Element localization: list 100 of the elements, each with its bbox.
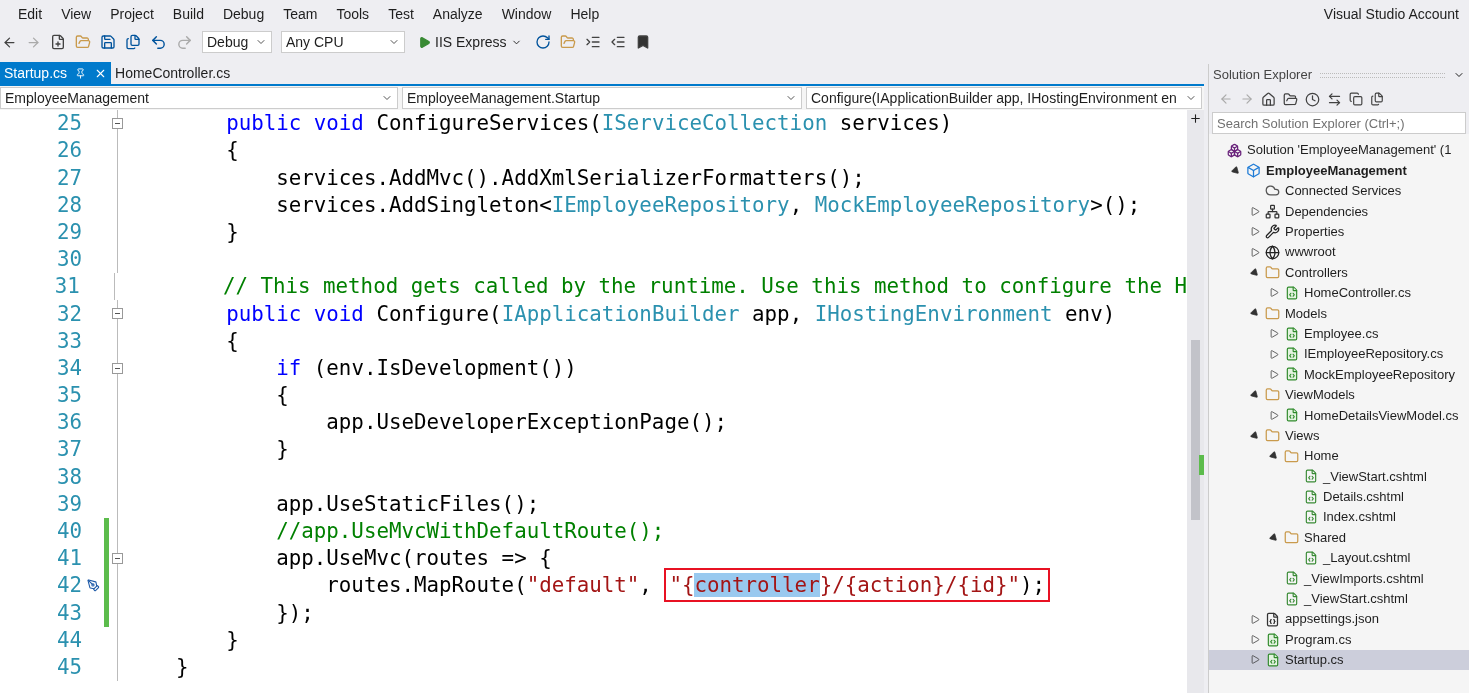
tree-item[interactable]: _ViewImports.cshtml	[1209, 568, 1469, 589]
menu-item[interactable]: Help	[570, 3, 600, 25]
code-file-icon	[1284, 367, 1299, 382]
tree-item[interactable]: _ViewStart.cshtml	[1209, 588, 1469, 609]
tree-item[interactable]: Startup.cs	[1209, 649, 1469, 671]
line-number: 34	[55, 357, 82, 379]
folder-icon	[1265, 387, 1280, 403]
collapsed-arrow-icon[interactable]	[1250, 614, 1260, 624]
refresh-icon[interactable]	[534, 34, 551, 50]
tree-item[interactable]: HomeDetailsViewModel.cs	[1209, 405, 1469, 426]
vertical-scrollbar[interactable]	[1187, 110, 1204, 693]
save-icon[interactable]	[100, 34, 116, 50]
tree-item[interactable]: Solution 'EmployeeManagement' (1	[1209, 140, 1469, 161]
collapsed-arrow-icon[interactable]	[1250, 655, 1260, 665]
collapsed-arrow-icon[interactable]	[1250, 227, 1260, 237]
code-line: services.AddSingleton<IEmployeeRepository, MockEmployeeRepository>();	[275, 194, 1141, 216]
pin-icon[interactable]	[75, 67, 87, 79]
menu-item[interactable]: Window	[501, 3, 552, 25]
line-number: 30	[55, 249, 82, 270]
collapsed-arrow-icon[interactable]	[1269, 288, 1279, 298]
expanded-arrow-icon[interactable]	[1249, 389, 1261, 401]
new-item-icon[interactable]	[50, 34, 66, 50]
tree-item[interactable]: Connected Services	[1209, 180, 1469, 202]
tree-item[interactable]: EmployeeManagement	[1209, 160, 1469, 181]
item-label: Home	[1304, 447, 1339, 466]
account-link[interactable]: Visual Studio Account	[1323, 3, 1459, 25]
expanded-arrow-icon[interactable]	[1268, 531, 1280, 544]
item-label: HomeDetailsViewModel.cs	[1304, 406, 1459, 425]
platform-dropdown[interactable]: Any CPU	[281, 31, 405, 53]
menu-item[interactable]: Build	[172, 3, 204, 25]
search-field[interactable]: Search Solution Explorer (Ctrl+;)	[1212, 112, 1466, 134]
configuration-dropdown[interactable]: Debug	[202, 31, 272, 53]
home-icon[interactable]	[1261, 91, 1276, 107]
tree-item[interactable]: wwwroot	[1209, 241, 1469, 263]
collapse-toggle[interactable]	[112, 118, 123, 130]
type-dropdown[interactable]: EmployeeManagement.Startup	[402, 87, 802, 109]
history-icon[interactable]	[1305, 91, 1320, 107]
tree-item[interactable]: Employee.cs	[1209, 323, 1469, 344]
editor-tab[interactable]: Startup.cs	[0, 62, 112, 84]
member-dropdown[interactable]: Configure(IApplicationBuilder app, IHostingEnvironment en	[806, 87, 1202, 109]
tree-item[interactable]: appsettings.json	[1209, 609, 1469, 630]
menu-item[interactable]: Tools	[336, 3, 370, 25]
tree-item[interactable]: Properties	[1209, 221, 1469, 242]
copy-icon[interactable]	[1370, 92, 1384, 106]
outdent-icon[interactable]	[609, 34, 626, 50]
collapsed-arrow-icon[interactable]	[1250, 206, 1260, 216]
json-file-icon	[1265, 611, 1280, 627]
collapsed-arrow-icon[interactable]	[1250, 635, 1260, 645]
save-all-icon[interactable]	[125, 34, 141, 50]
tree-item[interactable]: Models	[1209, 303, 1469, 324]
editor-tab[interactable]: HomeController.cs	[111, 62, 235, 84]
code-line: services.AddMvc().AddXmlSerializerFormatters();	[275, 167, 865, 189]
run-button[interactable]: IIS Express	[414, 31, 526, 53]
menu-item[interactable]: Test	[388, 3, 414, 25]
project-dropdown[interactable]: EmployeeManagement	[0, 87, 398, 109]
scroll-thumb[interactable]	[1191, 340, 1200, 520]
menu-item[interactable]: Project	[110, 3, 154, 25]
menu-item[interactable]: Edit	[18, 3, 43, 25]
tree-item[interactable]: HomeController.cs	[1209, 282, 1469, 304]
collapsed-arrow-icon[interactable]	[1269, 329, 1279, 339]
switch-views-icon[interactable]	[1283, 91, 1298, 107]
collapse-all-icon[interactable]	[1349, 92, 1363, 106]
tree-item[interactable]: IEmployeeRepository.cs	[1209, 343, 1469, 365]
expanded-arrow-icon[interactable]	[1249, 266, 1261, 279]
solution-icon	[1227, 142, 1242, 158]
tree-item[interactable]: ViewModels	[1209, 384, 1469, 406]
expanded-arrow-icon[interactable]	[1268, 450, 1280, 462]
tree-item[interactable]: Controllers	[1209, 262, 1469, 283]
collapsed-arrow-icon[interactable]	[1269, 370, 1279, 379]
tree-item[interactable]: Shared	[1209, 527, 1469, 548]
undo-icon[interactable]	[150, 33, 167, 51]
collapse-toggle[interactable]	[112, 553, 123, 565]
item-label: Program.cs	[1285, 630, 1352, 649]
expanded-arrow-icon[interactable]	[1249, 307, 1261, 319]
menu-item[interactable]: Analyze	[432, 3, 483, 25]
tree-item[interactable]: Program.cs	[1209, 629, 1469, 650]
collapse-toggle[interactable]	[112, 308, 123, 320]
tree-item[interactable]: Details.cshtml	[1209, 486, 1469, 508]
indent-icon[interactable]	[584, 34, 601, 50]
tree-item[interactable]: Index.cshtml	[1209, 507, 1469, 528]
collapsed-arrow-icon[interactable]	[1250, 247, 1260, 257]
expanded-arrow-icon[interactable]	[1249, 430, 1261, 442]
menu-item[interactable]: View	[61, 3, 92, 25]
tree-item[interactable]: Views	[1209, 425, 1469, 446]
menu-item[interactable]: Team	[283, 3, 318, 25]
line-number: 35	[55, 385, 82, 406]
collapse-toggle[interactable]	[112, 362, 123, 374]
tree-item[interactable]: _ViewStart.cshtml	[1209, 466, 1469, 487]
back-icon[interactable]	[2, 34, 17, 50]
tree-item[interactable]: MockEmployeeRepository	[1209, 364, 1469, 385]
expanded-arrow-icon[interactable]	[1230, 164, 1242, 177]
split-icon[interactable]	[1189, 112, 1202, 125]
menu-item[interactable]: Debug	[222, 3, 265, 25]
tree-item[interactable]: Dependencies	[1209, 201, 1469, 222]
quick-action-icon[interactable]	[86, 579, 100, 593]
tree-item[interactable]: Home	[1209, 445, 1469, 467]
collapsed-arrow-icon[interactable]	[1269, 410, 1279, 420]
tree-item[interactable]: _Layout.cshtml	[1209, 547, 1469, 569]
collapsed-arrow-icon[interactable]	[1269, 349, 1279, 359]
sync-icon[interactable]	[1327, 91, 1342, 107]
